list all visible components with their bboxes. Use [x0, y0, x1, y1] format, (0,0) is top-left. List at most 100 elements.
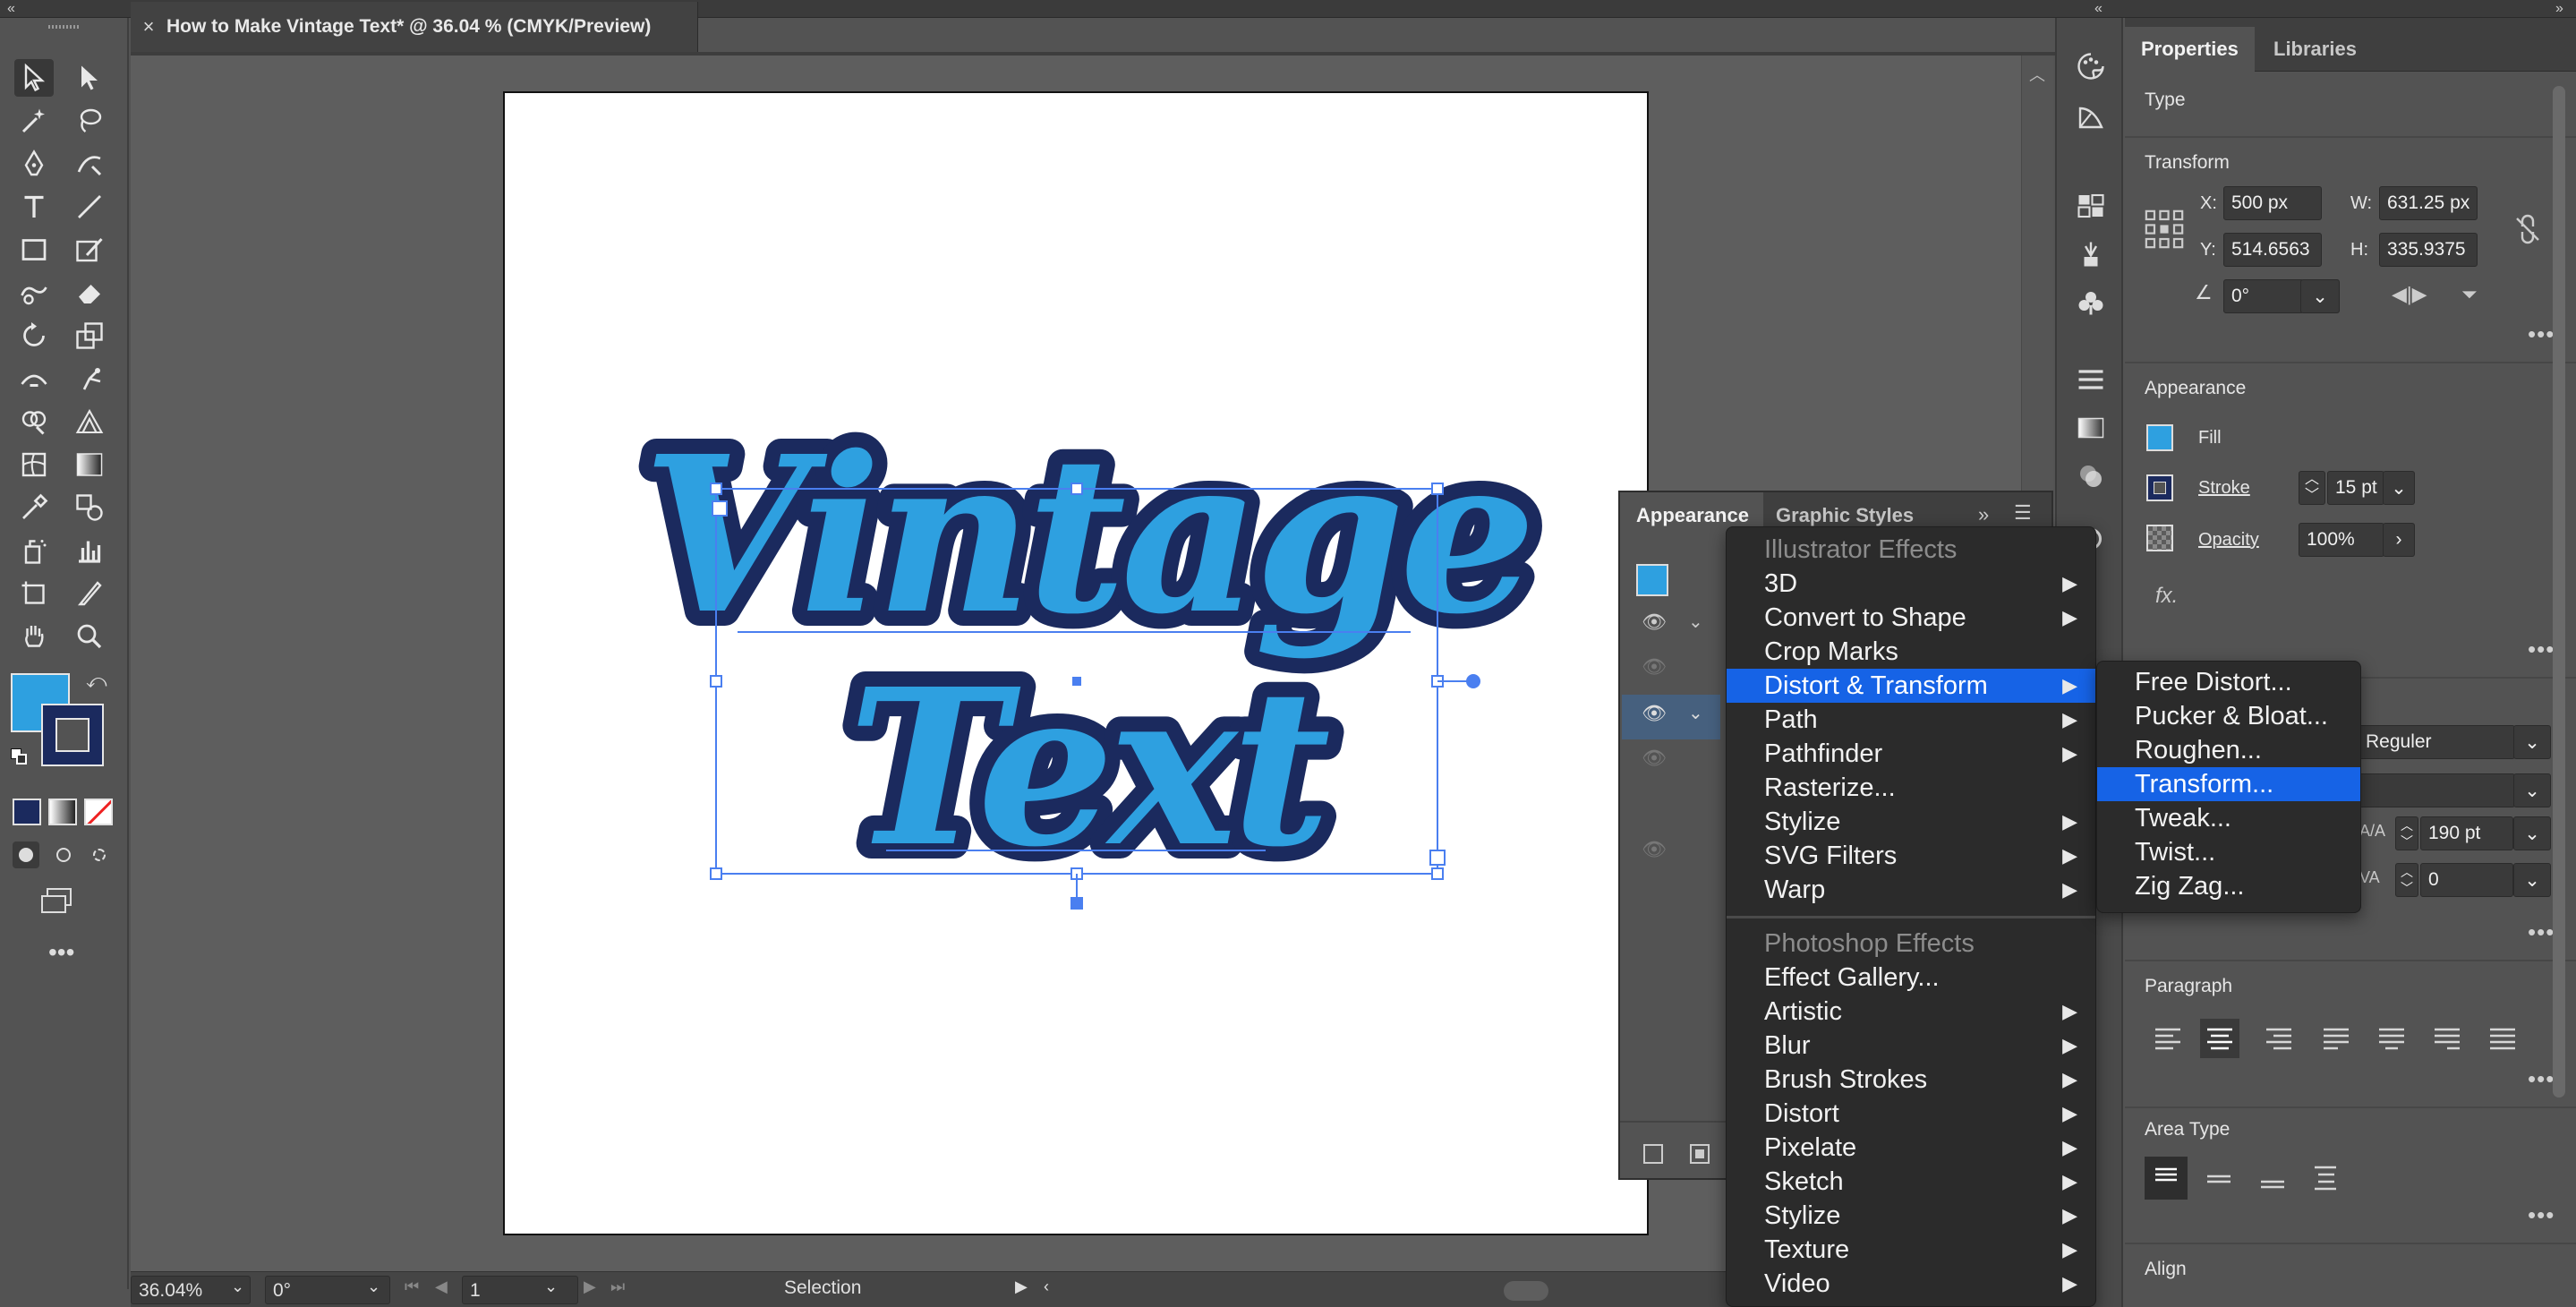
- direct-selection-tool-icon[interactable]: [70, 59, 109, 97]
- opacity-label[interactable]: Opacity: [2198, 530, 2259, 551]
- zoom-tool-icon[interactable]: [70, 618, 109, 655]
- perspective-grid-tool-icon[interactable]: [70, 403, 109, 440]
- document-tab[interactable]: × How to Make Vintage Text* @ 36.04 % (C…: [131, 2, 698, 52]
- artboard-tool-icon[interactable]: [14, 575, 54, 612]
- tracking-stepper[interactable]: ︿ ﹀: [2395, 863, 2418, 897]
- swatches-icon[interactable]: [2073, 188, 2109, 224]
- menu-item-video[interactable]: Video ▶: [1727, 1267, 2095, 1301]
- close-tab-icon[interactable]: ×: [131, 15, 166, 38]
- gradient-mode-icon[interactable]: [48, 799, 77, 825]
- menu-item-pucker-and-bloat[interactable]: Pucker & Bloat...: [2097, 699, 2360, 733]
- type-tool-icon[interactable]: [14, 188, 54, 226]
- artboard-number-field[interactable]: 1: [462, 1276, 578, 1304]
- rotation-dropdown-icon[interactable]: ⌄: [367, 1277, 380, 1296]
- last-artboard-icon[interactable]: ⏭: [610, 1277, 625, 1296]
- stroke-weight-dropdown-icon[interactable]: ⌄: [2383, 471, 2415, 505]
- zoom-dropdown-icon[interactable]: ⌄: [231, 1277, 244, 1296]
- expand-chevron-icon[interactable]: ⌄: [1688, 611, 1703, 633]
- selected-attribute-row[interactable]: [1622, 695, 1720, 739]
- paragraph-more-options-icon[interactable]: •••: [2528, 1065, 2555, 1093]
- transparency-icon[interactable]: [2073, 458, 2109, 494]
- menu-item-stylize[interactable]: Stylize ▶: [1727, 1199, 2095, 1233]
- menu-item-tweak[interactable]: Tweak...: [2097, 801, 2360, 835]
- character-more-options-icon[interactable]: •••: [2528, 918, 2555, 946]
- menu-item-transform[interactable]: Transform...: [2097, 767, 2360, 801]
- menu-item-stylize[interactable]: Stylize ▶: [1727, 805, 2095, 839]
- collapse-right-icon[interactable]: «: [2094, 0, 2103, 18]
- pen-tool-icon[interactable]: [14, 145, 54, 183]
- fill-color-swatch[interactable]: [2146, 424, 2173, 451]
- draw-behind-icon[interactable]: [50, 841, 77, 868]
- line-tool-icon[interactable]: [70, 188, 109, 226]
- menu-item-brush-strokes[interactable]: Brush Strokes ▶: [1727, 1063, 2095, 1097]
- panel-grip[interactable]: [48, 25, 79, 29]
- leading-stepper[interactable]: ︿ ﹀: [2395, 816, 2418, 850]
- menu-item-blur[interactable]: Blur ▶: [1727, 1029, 2095, 1063]
- menu-item-sketch[interactable]: Sketch ▶: [1727, 1165, 2095, 1199]
- menu-item-warp[interactable]: Warp ▶: [1727, 873, 2095, 907]
- visibility-eye-icon[interactable]: 👁: [1642, 747, 1667, 770]
- angle-dropdown-icon[interactable]: ⌄: [2300, 279, 2340, 313]
- column-graph-tool-icon[interactable]: [70, 532, 109, 569]
- tab-properties[interactable]: Properties: [2125, 27, 2255, 72]
- mesh-tool-icon[interactable]: [14, 446, 54, 483]
- paintbrush-tool-icon[interactable]: [70, 231, 109, 269]
- menu-item-crop-marks[interactable]: Crop Marks: [1727, 635, 2095, 669]
- screen-mode-icon[interactable]: [39, 886, 82, 918]
- brushes-icon[interactable]: [2073, 236, 2109, 272]
- prev-artboard-icon[interactable]: ◀: [435, 1277, 448, 1296]
- reference-point-icon[interactable]: [2145, 209, 2184, 249]
- y-input[interactable]: 514.6563: [2223, 233, 2322, 267]
- menu-item-texture[interactable]: Texture ▶: [1727, 1233, 2095, 1267]
- font-size-input[interactable]: [2358, 773, 2515, 807]
- panel-menu-icon[interactable]: ☰: [2014, 501, 2032, 525]
- menu-item-distort-and-transform[interactable]: Distort & Transform ▶: [1727, 669, 2095, 703]
- rotate-tool-icon[interactable]: [14, 317, 54, 355]
- color-guide-icon[interactable]: [2073, 48, 2109, 84]
- stroke-label[interactable]: Stroke: [2198, 478, 2250, 499]
- expand-panel-icon[interactable]: »: [2555, 0, 2563, 18]
- visibility-eye-icon[interactable]: 👁: [1642, 655, 1667, 679]
- color-picker-icon[interactable]: [2073, 98, 2109, 134]
- h-input[interactable]: 335.9375: [2379, 233, 2478, 267]
- font-size-dropdown-icon[interactable]: ⌄: [2513, 773, 2551, 807]
- flip-horizontal-icon[interactable]: ◀|▶: [2392, 283, 2427, 306]
- leading-dropdown-icon[interactable]: ⌄: [2513, 816, 2551, 850]
- artboard[interactable]: Vintage Vintage Text Text: [503, 91, 1649, 1235]
- menu-item-effect-gallery[interactable]: Effect Gallery...: [1727, 961, 2095, 995]
- none-mode-icon[interactable]: [84, 799, 113, 825]
- stroke-color-swatch[interactable]: [2146, 474, 2173, 501]
- visibility-eye-icon[interactable]: 👁: [1642, 838, 1667, 861]
- opacity-expand-icon[interactable]: ›: [2383, 523, 2415, 557]
- x-input[interactable]: 500 px: [2223, 186, 2322, 220]
- tab-libraries[interactable]: Libraries: [2257, 27, 2373, 72]
- expand-chevron-icon[interactable]: ⌄: [1688, 702, 1703, 724]
- menu-item-3d[interactable]: 3D ▶: [1727, 567, 2095, 601]
- shaper-tool-icon[interactable]: [14, 274, 54, 312]
- slice-tool-icon[interactable]: [70, 575, 109, 612]
- appearance-more-options-icon[interactable]: •••: [2528, 636, 2555, 663]
- angle-input[interactable]: 0°: [2223, 279, 2304, 313]
- scale-tool-icon[interactable]: [70, 317, 109, 355]
- flip-vertical-icon[interactable]: ⏷: [2461, 283, 2478, 306]
- menu-item-roughen[interactable]: Roughen...: [2097, 733, 2360, 767]
- add-fill-icon[interactable]: [1690, 1144, 1710, 1164]
- magic-wand-tool-icon[interactable]: [14, 102, 54, 140]
- fx-add-effect-icon[interactable]: fx.: [2155, 584, 2178, 609]
- menu-item-twist[interactable]: Twist...: [2097, 835, 2360, 869]
- visibility-eye-icon[interactable]: 👁: [1642, 702, 1667, 725]
- stroke-weight-stepper[interactable]: ︿ ﹀: [2299, 471, 2325, 505]
- horizontal-scroll-thumb[interactable]: [1504, 1281, 1548, 1301]
- symbols-icon[interactable]: [2073, 285, 2109, 320]
- gradient-panel-icon[interactable]: [2073, 410, 2109, 446]
- next-artboard-icon[interactable]: ▶: [584, 1277, 596, 1296]
- area-type-more-options-icon[interactable]: •••: [2528, 1201, 2555, 1229]
- first-artboard-icon[interactable]: ⏮: [405, 1277, 419, 1296]
- add-stroke-icon[interactable]: [1643, 1144, 1663, 1164]
- blend-tool-icon[interactable]: [70, 489, 109, 526]
- rectangle-tool-icon[interactable]: [14, 231, 54, 269]
- puppet-warp-tool-icon[interactable]: [70, 360, 109, 397]
- menu-item-free-distort[interactable]: Free Distort...: [2097, 665, 2360, 699]
- symbol-sprayer-tool-icon[interactable]: [14, 532, 54, 569]
- eraser-tool-icon[interactable]: [70, 274, 109, 312]
